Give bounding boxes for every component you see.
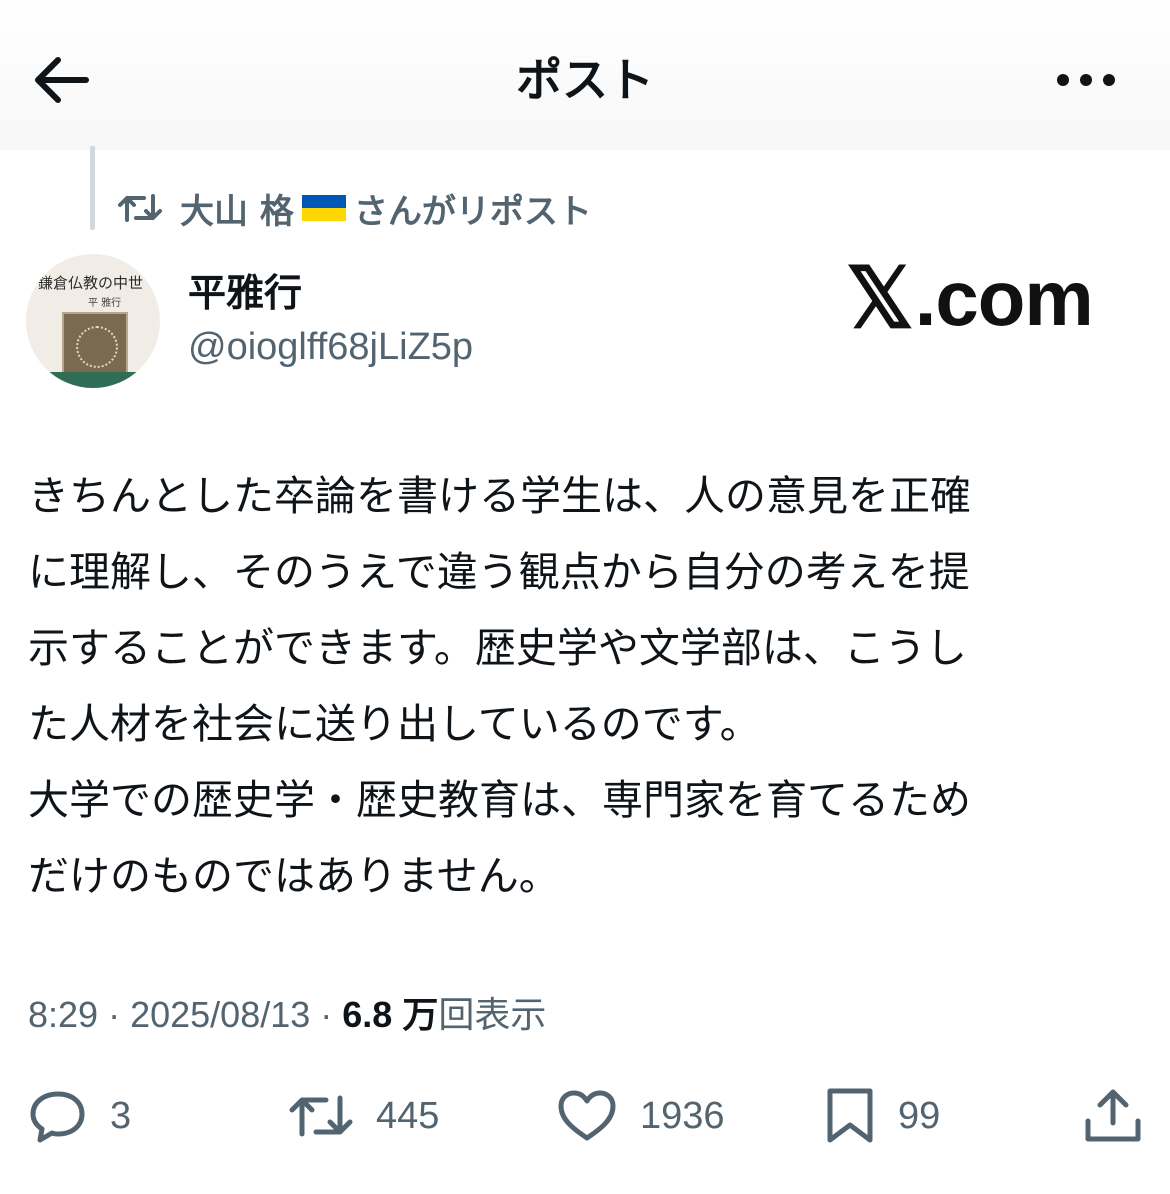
x-logo-icon: 𝕏 bbox=[846, 251, 914, 345]
avatar-cover-art bbox=[62, 312, 128, 378]
repost-count: 445 bbox=[376, 1094, 440, 1137]
top-navigation-bar: ポスト bbox=[0, 0, 1170, 150]
post-text-line: 示することができます。歴史学や文学部は、こうし bbox=[28, 624, 967, 672]
like-button[interactable]: 1936 bbox=[556, 1086, 725, 1146]
view-label: 回表示 bbox=[438, 994, 547, 1035]
avatar-book-title: 鎌倉仏教の中世 bbox=[38, 274, 144, 292]
post-text-line: だけのものではありません。 bbox=[28, 852, 560, 900]
view-count[interactable]: 6.8 万 bbox=[342, 994, 438, 1035]
post-body: きちんとした卒論を書ける学生は、人の意見を正確 に理解し、そのうえで違う観点から… bbox=[28, 458, 1148, 914]
avatar[interactable]: 鎌倉仏教の中世 平 雅行 bbox=[26, 254, 160, 388]
bookmark-icon bbox=[827, 1088, 873, 1143]
post-text-line: た人材を社会に送り出しているのです。 bbox=[28, 700, 761, 748]
repost-label: さんがリポスト bbox=[353, 191, 592, 232]
repost-indicator[interactable]: 大山 格 さんがリポスト bbox=[118, 180, 592, 236]
page-title: ポスト bbox=[516, 53, 654, 107]
repost-button[interactable]: 445 bbox=[288, 1086, 439, 1146]
reposter-name: 大山 格 bbox=[180, 191, 294, 232]
post-time[interactable]: 8:29 bbox=[28, 994, 98, 1035]
heart-icon bbox=[558, 1090, 616, 1141]
post-text-line: に理解し、そのうえで違う観点から自分の考えを提 bbox=[28, 548, 970, 596]
author-display-name[interactable]: 平雅行 bbox=[188, 268, 302, 318]
reply-count: 3 bbox=[110, 1094, 132, 1137]
post-text-line: 大学での歴史学・歴史教育は、専門家を育てるため bbox=[28, 776, 971, 824]
repost-icon bbox=[289, 1095, 353, 1137]
thread-connector-line bbox=[90, 146, 95, 230]
reply-button[interactable]: 3 bbox=[28, 1086, 131, 1146]
like-count: 1936 bbox=[640, 1094, 725, 1137]
bookmark-count: 99 bbox=[898, 1094, 941, 1137]
x-com-watermark: 𝕏 .com bbox=[846, 251, 1094, 345]
share-icon bbox=[1085, 1089, 1141, 1142]
share-button[interactable] bbox=[1082, 1086, 1166, 1146]
ukraine-flag-icon bbox=[301, 195, 346, 221]
more-options-button[interactable] bbox=[1054, 62, 1118, 98]
post-date[interactable]: 2025/08/13 bbox=[130, 994, 310, 1035]
post-text-line: きちんとした卒論を書ける学生は、人の意見を正確 bbox=[28, 472, 971, 520]
avatar-cover-strip bbox=[48, 372, 144, 388]
repost-icon bbox=[118, 194, 162, 222]
reply-icon bbox=[30, 1091, 85, 1143]
separator: · bbox=[320, 994, 333, 1035]
avatar-book-author: 平 雅行 bbox=[88, 298, 122, 309]
ellipsis-icon bbox=[1057, 74, 1115, 86]
post-metadata: 8:29 · 2025/08/13 · 6.8 万回表示 bbox=[28, 990, 546, 1040]
separator: · bbox=[108, 994, 121, 1035]
author-handle[interactable]: @oioglff68jLiZ5p bbox=[188, 322, 473, 372]
bookmark-button[interactable]: 99 bbox=[824, 1086, 940, 1146]
watermark-domain: .com bbox=[914, 253, 1094, 342]
